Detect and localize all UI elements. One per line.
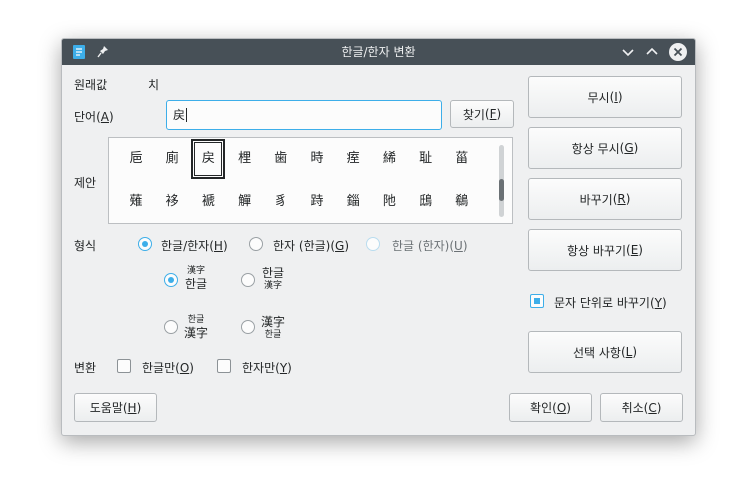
format-radio-hangul-paren-hanja[interactable] [366,237,380,251]
suggestion-cell[interactable]: 薙 [119,182,153,222]
ruby-radio-hanja-above[interactable] [164,273,178,287]
minimize-icon[interactable] [621,45,635,62]
ruby-option-hanja-below: 한글 漢字 [261,266,285,291]
hangul-hanja-dialog: 한글/한자 변환 원래값 치 단어(A) 戻 찾기(F) 제안 형식 한글/한자… [61,38,696,436]
cancel-button[interactable]: 취소(C) [600,393,683,422]
hanja-only-checkbox[interactable] [217,359,231,373]
suggestion-cell[interactable]: 梩 [228,139,262,179]
suggestion-cell[interactable]: 歯 [264,139,298,179]
format-option-hangul-paren-hanja-label: 한글 (한자)(U) [392,239,468,253]
word-input[interactable]: 戻 [166,100,442,130]
format-radio-hangul-hanja[interactable] [138,237,152,251]
suggestion-cell[interactable]: 菑 [445,139,479,179]
ignore-all-button[interactable]: 항상 무시(G) [528,127,682,169]
ignore-button[interactable]: 무시(I) [528,76,682,118]
replace-by-character-checkbox[interactable] [530,294,544,308]
hangul-only-checkbox[interactable] [117,359,131,373]
suggestions-label: 제안 [74,176,97,190]
format-radio-hanja-hangul[interactable] [249,237,263,251]
ruby-radio-hanja-below[interactable] [241,273,255,287]
original-value: 치 [148,78,160,92]
suggestion-cell[interactable]: 廁 [155,139,189,179]
suggestions-scrollbar-thumb[interactable] [499,179,504,201]
suggestion-cell[interactable]: 阤 [372,182,406,222]
ruby-option-hanja-above: 漢字 한글 [184,266,208,291]
replace-all-button[interactable]: 항상 바꾸기(E) [528,229,682,271]
suggestion-cell[interactable]: 巵 [119,139,153,179]
options-button[interactable]: 선택 사항(L) [528,331,682,373]
suggestion-cell[interactable]: 鵗 [445,182,479,222]
close-icon[interactable] [668,42,688,65]
suggestion-cell[interactable]: 耻 [409,139,443,179]
format-label: 형식 [74,239,97,253]
format-option-hanja-hangul-label: 한자 (한글)(G) [273,239,350,253]
ruby-radio-hangul-below[interactable] [241,320,255,334]
format-option-hangul-hanja-label: 한글/한자(H) [161,239,228,253]
suggestion-cell[interactable]: 豸 [264,182,298,222]
maximize-icon[interactable] [645,45,659,62]
ruby-option-hangul-below: 漢字 한글 [260,315,285,340]
hanja-only-label: 한자만(Y) [242,361,292,375]
hangul-only-label: 한글만(O) [142,361,194,375]
suggestion-cell[interactable]: 跱 [300,182,334,222]
suggestion-cell[interactable]: 痓 [336,139,370,179]
suggestion-cell[interactable]: 觶 [228,182,262,222]
find-button[interactable]: 찾기(F) [450,100,514,128]
ok-button[interactable]: 확인(O) [509,393,592,422]
help-button[interactable]: 도움말(H) [74,393,157,422]
replace-by-character-label: 문자 단위로 바꾸기(Y) [554,296,667,310]
suggestion-cell[interactable]: 戻 [191,139,226,179]
ruby-option-hangul-above: 한글 漢字 [183,315,208,340]
original-label: 원래값 [74,78,108,92]
ruby-radio-hangul-above[interactable] [164,320,178,334]
conversion-label: 변환 [74,361,97,375]
replace-button[interactable]: 바꾸기(R) [528,178,682,220]
suggestion-cell[interactable]: 時 [300,139,334,179]
suggestion-cell[interactable]: 袳 [155,182,189,222]
suggestion-cell[interactable]: 錙 [336,182,370,222]
suggestion-cell[interactable]: 褫 [191,182,225,222]
title-bar[interactable]: 한글/한자 변환 [62,39,695,65]
suggestion-cell[interactable]: 絺 [372,139,406,179]
window-title: 한글/한자 변환 [341,45,416,59]
suggestion-cell[interactable]: 鴟 [409,182,443,222]
word-label: 단어(A) [74,110,114,124]
